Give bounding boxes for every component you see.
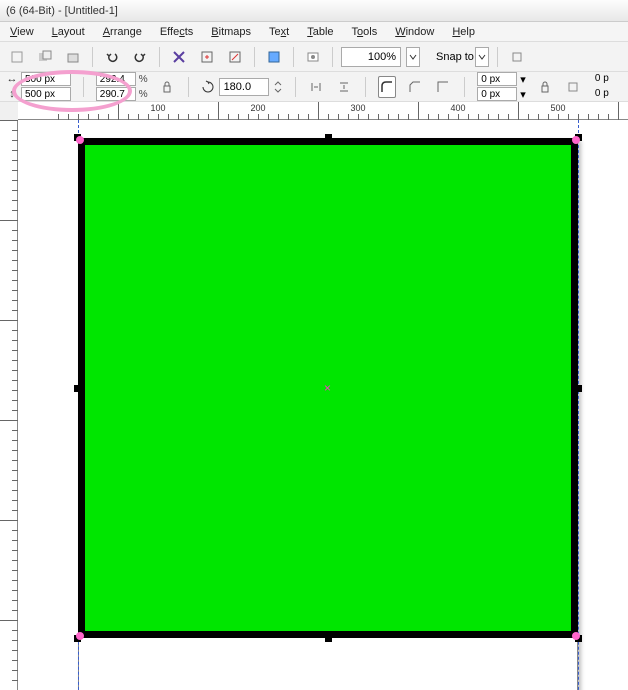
corner-node-tl[interactable] xyxy=(76,136,84,144)
selection-handle-ml[interactable] xyxy=(74,385,81,392)
guideline-vertical[interactable] xyxy=(578,120,579,690)
ruler-tick-label: 500 xyxy=(550,103,565,113)
ruler-tick-label: 100 xyxy=(150,103,165,113)
menu-tools[interactable]: Tools xyxy=(352,26,378,38)
separator xyxy=(159,47,160,67)
height-input[interactable]: 500 px xyxy=(21,87,71,101)
app-launcher-button[interactable] xyxy=(263,46,285,68)
corner-radius-block: 0 px▾ 0 px▾ xyxy=(477,72,526,101)
menu-view[interactable]: View xyxy=(10,26,34,38)
snap-dropdown[interactable] xyxy=(475,47,489,67)
titlebar: (6 (64-Bit) - [Untitled-1] xyxy=(0,0,628,22)
rotate-icon xyxy=(201,80,215,94)
snap-label: Snap to xyxy=(436,51,474,63)
rotation-spinner[interactable] xyxy=(273,80,283,94)
ruler-tick-label: 200 xyxy=(250,103,265,113)
menu-layout[interactable]: Layout xyxy=(52,26,85,38)
redo-button[interactable] xyxy=(129,46,151,68)
corner-bl-input[interactable]: 0 px xyxy=(477,87,517,101)
menu-bitmaps[interactable]: Bitmaps xyxy=(211,26,251,38)
rotation-block: 180.0 xyxy=(201,78,283,96)
scale-block: 292.4 % 290.7 % xyxy=(96,72,148,101)
corner-br-input[interactable]: 0 p xyxy=(592,87,622,101)
menu-table[interactable]: Table xyxy=(307,26,333,38)
main-toolbar: 100% Snap to xyxy=(0,42,628,72)
lock-ratio-button[interactable] xyxy=(158,76,176,98)
separator xyxy=(254,47,255,67)
corner-edit-button[interactable] xyxy=(564,76,582,98)
btn-generic-1[interactable] xyxy=(6,46,28,68)
menu-window[interactable]: Window xyxy=(395,26,434,38)
zoom-dropdown[interactable] xyxy=(406,47,420,67)
width-icon: ↔ xyxy=(6,73,18,85)
menu-arrange[interactable]: Arrange xyxy=(103,26,142,38)
separator xyxy=(464,77,465,97)
separator xyxy=(92,47,93,67)
corner-radius-block-2: 0 p 0 p xyxy=(592,72,622,101)
corner-lock-button[interactable] xyxy=(536,76,554,98)
corner-scallop-button[interactable] xyxy=(406,76,424,98)
undo-button[interactable] xyxy=(101,46,123,68)
menu-text[interactable]: Text xyxy=(269,26,289,38)
corner-chamfer-button[interactable] xyxy=(434,76,452,98)
scale-y-input[interactable]: 290.7 xyxy=(96,87,136,101)
welcome-button[interactable] xyxy=(302,46,324,68)
property-bar: ↔ 500 px ↕ 500 px 292.4 % 290.7 % 180.0 … xyxy=(0,72,628,102)
corner-tr-input[interactable]: 0 p xyxy=(592,72,622,86)
height-icon: ↕ xyxy=(6,88,18,100)
width-input[interactable]: 500 px xyxy=(21,72,71,86)
menu-effects[interactable]: Effects xyxy=(160,26,193,38)
ruler-tick-label: 400 xyxy=(450,103,465,113)
selection-handle-tm[interactable] xyxy=(325,134,332,141)
scale-x-input[interactable]: 292.4 xyxy=(96,72,136,86)
publish-button[interactable] xyxy=(224,46,246,68)
separator xyxy=(295,77,296,97)
corner-spinner[interactable]: ▾ xyxy=(520,88,526,101)
object-size-block: ↔ 500 px ↕ 500 px xyxy=(6,72,71,101)
selection-handle-mr[interactable] xyxy=(575,385,582,392)
percent-label: % xyxy=(139,89,148,100)
separator xyxy=(188,77,189,97)
menu-help[interactable]: Help xyxy=(452,26,475,38)
center-marker: × xyxy=(324,384,332,392)
percent-label: % xyxy=(139,74,148,85)
corner-spinner[interactable]: ▾ xyxy=(520,73,526,86)
import-button[interactable] xyxy=(168,46,190,68)
mirror-h-button[interactable] xyxy=(307,76,325,98)
zoom-input[interactable]: 100% xyxy=(341,47,401,67)
separator xyxy=(293,47,294,67)
options-button[interactable] xyxy=(506,46,528,68)
rotation-input[interactable]: 180.0 xyxy=(219,78,269,96)
menubar: View Layout Arrange Effects Bitmaps Text… xyxy=(0,22,628,42)
btn-generic-3[interactable] xyxy=(62,46,84,68)
canvas[interactable]: × xyxy=(18,120,628,690)
corner-round-button[interactable] xyxy=(378,76,396,98)
separator xyxy=(83,77,84,97)
corner-node-br[interactable] xyxy=(572,632,580,640)
separator xyxy=(332,47,333,67)
corner-node-bl[interactable] xyxy=(76,632,84,640)
title-text: (6 (64-Bit) - [Untitled-1] xyxy=(6,5,118,17)
btn-generic-2[interactable] xyxy=(34,46,56,68)
export-button[interactable] xyxy=(196,46,218,68)
corner-node-tr[interactable] xyxy=(572,136,580,144)
ruler-tick-label: 300 xyxy=(350,103,365,113)
corner-tl-input[interactable]: 0 px xyxy=(477,72,517,86)
ruler-vertical[interactable] xyxy=(0,120,18,690)
ruler-horizontal[interactable]: 100 200 300 400 500 xyxy=(18,102,628,120)
selection-handle-bm[interactable] xyxy=(325,635,332,642)
separator xyxy=(497,47,498,67)
mirror-v-button[interactable] xyxy=(335,76,353,98)
separator xyxy=(365,77,366,97)
